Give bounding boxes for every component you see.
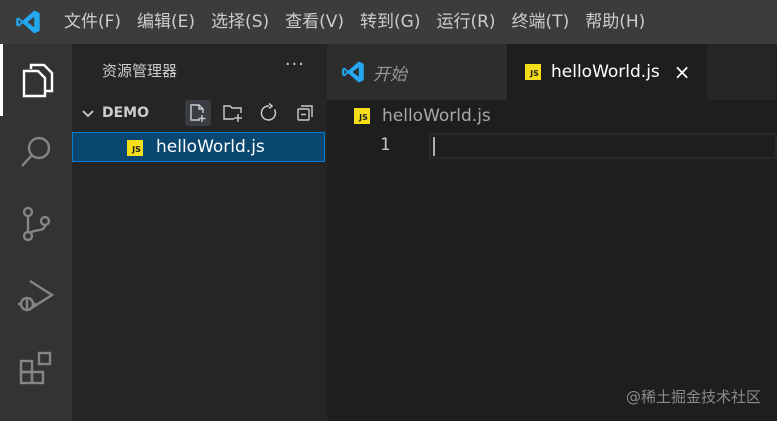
javascript-file-icon: JS (525, 64, 541, 80)
tab-helloworld[interactable]: JS helloWorld.js × (507, 44, 707, 100)
file-name: helloWorld.js (156, 137, 265, 157)
javascript-file-icon: JS (127, 140, 143, 156)
title-bar: 文件(F) 编辑(E) 选择(S) 查看(V) 转到(G) 运行(R) 终端(T… (0, 0, 777, 44)
explorer-sidebar: 资源管理器 ··· DEMO JS helloWorld.js (72, 44, 327, 421)
file-item-helloworld[interactable]: JS helloWorld.js (72, 132, 325, 162)
folder-row[interactable]: DEMO (72, 100, 327, 128)
menu-bar: 文件(F) 编辑(E) 选择(S) 查看(V) 转到(G) 运行(R) 终端(T… (56, 0, 653, 44)
run-debug-icon[interactable] (0, 260, 72, 332)
collapse-all-icon[interactable] (292, 100, 318, 126)
vscode-logo-icon (0, 0, 56, 44)
source-control-icon[interactable] (0, 188, 72, 260)
watermark: @稀土掘金技术社区 (625, 388, 761, 406)
menu-file[interactable]: 文件(F) (56, 0, 129, 44)
new-folder-icon[interactable] (220, 100, 246, 126)
refresh-icon[interactable] (256, 100, 282, 126)
explorer-icon[interactable] (0, 44, 72, 116)
editor-current-line[interactable] (429, 133, 777, 159)
activity-bar (0, 44, 72, 421)
tab-welcome[interactable]: 开始 (327, 44, 507, 100)
new-file-icon[interactable] (185, 100, 211, 126)
menu-view[interactable]: 查看(V) (277, 0, 352, 44)
javascript-file-icon: JS (354, 108, 370, 124)
menu-go[interactable]: 转到(G) (352, 0, 428, 44)
editor-tabs: 开始 JS helloWorld.js × (327, 44, 777, 100)
breadcrumb-file[interactable]: helloWorld.js (382, 106, 491, 126)
vscode-logo-icon (342, 61, 364, 83)
menu-edit[interactable]: 编辑(E) (129, 0, 203, 44)
close-icon[interactable]: × (674, 60, 691, 84)
search-icon[interactable] (0, 116, 72, 188)
sidebar-title: 资源管理器 (102, 62, 178, 80)
menu-help[interactable]: 帮助(H) (577, 0, 653, 44)
more-actions-icon[interactable]: ··· (285, 54, 305, 75)
text-cursor (433, 137, 435, 156)
folder-label: DEMO (102, 105, 150, 121)
line-number: 1 (380, 135, 391, 155)
menu-terminal[interactable]: 终端(T) (504, 0, 578, 44)
tab-label: helloWorld.js (551, 62, 660, 82)
menu-selection[interactable]: 选择(S) (203, 0, 277, 44)
breadcrumb[interactable]: JS helloWorld.js (354, 104, 491, 128)
menu-run[interactable]: 运行(R) (428, 0, 503, 44)
extensions-icon[interactable] (0, 332, 72, 404)
tab-label: 开始 (373, 64, 407, 85)
chevron-down-icon (82, 110, 94, 118)
